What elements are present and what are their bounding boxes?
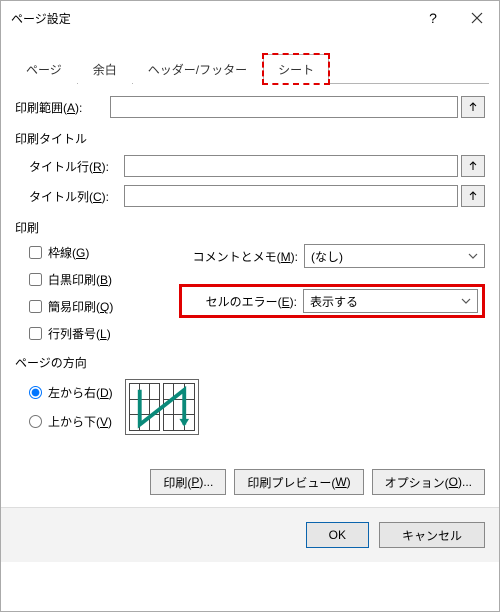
collapse-dialog-icon xyxy=(468,161,478,171)
window-titlebar: ページ設定 ? xyxy=(1,1,499,35)
print-section-title: 印刷 xyxy=(15,219,485,236)
cell-errors-row: セルのエラー(E): 表示する xyxy=(186,289,478,313)
dialog-footer: OK キャンセル xyxy=(1,507,499,562)
order-ttb-radio-input[interactable] xyxy=(29,415,42,428)
print-area-label: 印刷範囲(A): xyxy=(15,99,110,116)
headings-checkbox[interactable]: 行列番号(L) xyxy=(29,325,169,342)
print-area-ref-button[interactable] xyxy=(461,96,485,118)
cancel-button[interactable]: キャンセル xyxy=(379,522,485,548)
close-icon xyxy=(471,12,483,24)
tab-margins[interactable]: 余白 xyxy=(78,54,132,84)
draft-checkbox-input[interactable] xyxy=(29,300,42,313)
title-rows-row: タイトル行(R): xyxy=(29,155,485,177)
bw-label: 白黒印刷(B) xyxy=(48,271,112,288)
collapse-dialog-icon xyxy=(468,191,478,201)
page-order-title: ページの方向 xyxy=(15,354,485,371)
bw-checkbox[interactable]: 白黒印刷(B) xyxy=(29,271,169,288)
chevron-down-icon xyxy=(461,298,471,304)
bw-checkbox-input[interactable] xyxy=(29,273,42,286)
order-ltr-label: 左から右(D) xyxy=(48,384,113,401)
close-button[interactable] xyxy=(455,3,499,33)
ok-button[interactable]: OK xyxy=(306,522,369,548)
order-ltr-radio[interactable]: 左から右(D) xyxy=(29,384,113,401)
gridlines-checkbox[interactable]: 枠線(G) xyxy=(29,244,169,261)
comments-value: (なし) xyxy=(311,248,343,265)
options-button[interactable]: オプション(O)... xyxy=(372,469,485,495)
title-rows-ref-button[interactable] xyxy=(461,155,485,177)
headings-checkbox-input[interactable] xyxy=(29,327,42,340)
collapse-dialog-icon xyxy=(468,102,478,112)
print-area-input[interactable] xyxy=(110,96,458,118)
order-ttb-radio[interactable]: 上から下(V) xyxy=(29,413,113,430)
page-order-row: 左から右(D) 上から下(V) xyxy=(29,379,485,435)
title-rows-input[interactable] xyxy=(124,155,458,177)
draft-checkbox[interactable]: 簡易印刷(Q) xyxy=(29,298,169,315)
action-buttons-row: 印刷(P)... 印刷プレビュー(W) オプション(O)... xyxy=(1,469,499,495)
title-rows-label: タイトル行(R): xyxy=(29,158,124,175)
tab-sheet[interactable]: シート xyxy=(263,54,329,84)
comments-dropdown[interactable]: (なし) xyxy=(304,244,485,268)
print-area-row: 印刷範囲(A): xyxy=(15,96,485,118)
order-ltr-radio-input[interactable] xyxy=(29,386,42,399)
tab-headerfooter[interactable]: ヘッダー/フッター xyxy=(133,54,262,84)
tab-strip: ページ 余白 ヘッダー/フッター シート xyxy=(11,53,489,84)
draft-label: 簡易印刷(Q) xyxy=(48,298,113,315)
cell-errors-label: セルのエラー(E): xyxy=(186,293,303,310)
tab-page[interactable]: ページ xyxy=(11,54,77,84)
title-cols-ref-button[interactable] xyxy=(461,185,485,207)
comments-row: コメントとメモ(M): (なし) xyxy=(179,244,485,268)
print-preview-button[interactable]: 印刷プレビュー(W) xyxy=(234,469,363,495)
help-button[interactable]: ? xyxy=(411,3,455,33)
comments-label: コメントとメモ(M): xyxy=(179,248,304,265)
title-cols-row: タイトル列(C): xyxy=(29,185,485,207)
order-ttb-label: 上から下(V) xyxy=(48,413,112,430)
gridlines-label: 枠線(G) xyxy=(48,244,89,261)
cell-errors-value: 表示する xyxy=(310,293,358,310)
print-button[interactable]: 印刷(P)... xyxy=(150,469,226,495)
cell-errors-dropdown[interactable]: 表示する xyxy=(303,289,478,313)
title-cols-input[interactable] xyxy=(124,185,458,207)
chevron-down-icon xyxy=(468,253,478,259)
window-title: ページ設定 xyxy=(11,10,411,27)
gridlines-checkbox-input[interactable] xyxy=(29,246,42,259)
title-cols-label: タイトル列(C): xyxy=(29,188,124,205)
page-order-icon xyxy=(125,379,199,435)
print-titles-title: 印刷タイトル xyxy=(15,130,485,147)
headings-label: 行列番号(L) xyxy=(48,325,111,342)
